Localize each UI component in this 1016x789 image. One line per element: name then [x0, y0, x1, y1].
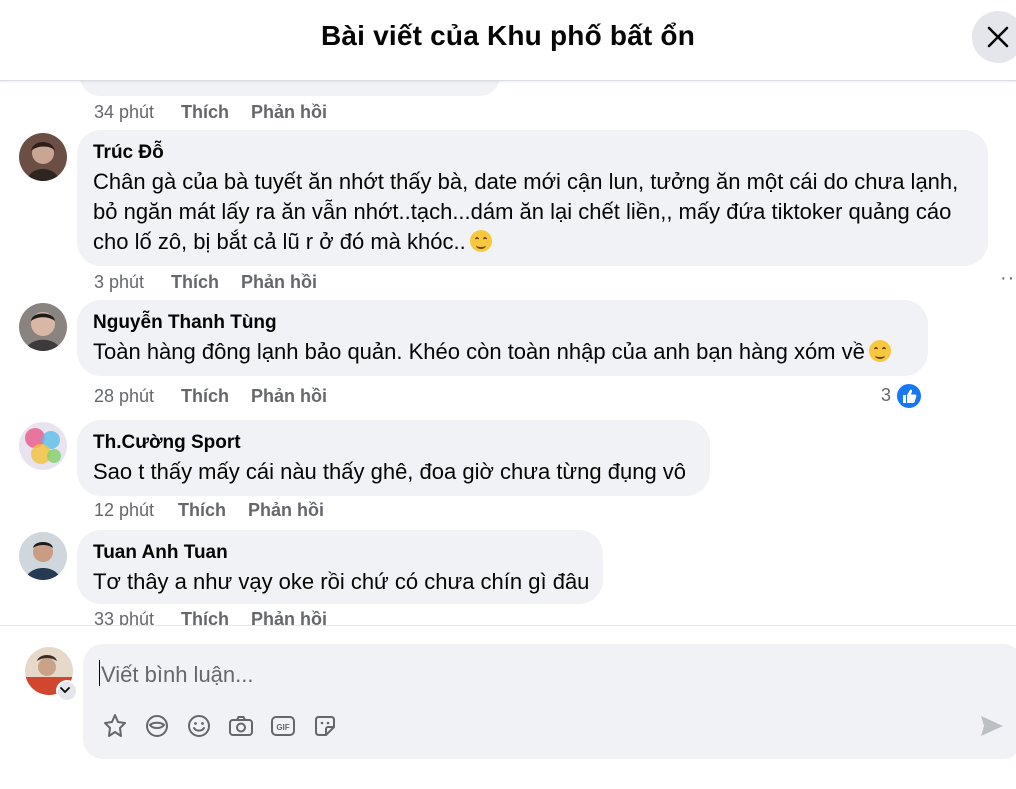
comment-bubble: Nguyễn Thanh Tùng Toàn hàng đông lạnh bả… [77, 300, 928, 376]
comment-author[interactable]: Th.Cường Sport [93, 432, 241, 454]
comment-time[interactable]: 12 phút [94, 500, 154, 521]
chevron-down-icon [60, 687, 70, 694]
comment-time[interactable]: 33 phút [94, 609, 154, 625]
send-icon[interactable] [979, 714, 1005, 738]
previous-comment-bubble [80, 80, 500, 96]
reply-button[interactable]: Phản hồi [248, 500, 324, 521]
more-options-icon[interactable]: ·· [1000, 267, 1015, 290]
like-button[interactable]: Thích [171, 272, 219, 293]
dialog-header: Bài viết của Khu phố bất ổn [0, 0, 1016, 81]
comment-actions: 28 phút Thích Phản hồi [94, 386, 394, 408]
comment-box: GIF [83, 644, 1016, 759]
comment-text: Chân gà của bà tuyết ăn nhớt thấy bà, da… [93, 169, 959, 254]
reply-button[interactable]: Phản hồi [251, 386, 327, 407]
sticker-icon[interactable] [311, 712, 339, 740]
relieved-face-emoji [469, 230, 492, 252]
previous-comment-actions: 34 phút Thích Phản hồi [94, 102, 394, 124]
comment-composer: GIF [0, 625, 1016, 789]
comment-bubble: Tuan Anh Tuan Tơ thây a như vạy oke rồi … [77, 530, 603, 604]
comment-text: Sao t thấy mấy cái nàu thấy ghê, đoa giờ… [93, 459, 687, 484]
avatar[interactable] [19, 133, 67, 181]
reply-button[interactable]: Phản hồi [241, 272, 317, 293]
account-switch-button[interactable] [56, 680, 78, 702]
mask-sticker-icon[interactable] [143, 712, 171, 740]
comment-actions: 33 phút Thích Phản hồi [94, 609, 394, 625]
like-reaction-icon [895, 382, 923, 410]
close-button[interactable] [972, 11, 1016, 63]
comment-time[interactable]: 3 phút [94, 272, 144, 293]
comment-author[interactable]: Nguyễn Thanh Tùng [93, 312, 277, 334]
comment-text: Tơ thây a như vạy oke rồi chứ có chưa ch… [93, 569, 590, 594]
like-button[interactable]: Thích [178, 500, 226, 521]
grinning-sweat-emoji [868, 340, 891, 362]
comment-bubble: Th.Cường Sport Sao t thấy mấy cái nàu th… [77, 420, 710, 496]
comment-text: Toàn hàng đông lạnh bảo quản. Khéo còn t… [93, 337, 891, 367]
gif-icon[interactable]: GIF [269, 712, 297, 740]
like-button[interactable]: Thích [181, 386, 229, 407]
close-icon [987, 26, 1009, 48]
reaction-count: 3 [881, 385, 892, 405]
dialog-title: Bài viết của Khu phố bất ổn [320, 20, 696, 51]
reply-button[interactable]: Phản hồi [251, 609, 327, 625]
comment-bubble: Trúc Đỗ Chân gà của bà tuyết ăn nhớt thấ… [77, 130, 988, 266]
like-button[interactable]: Thích [181, 102, 229, 123]
comment-actions: 3 phút Thích Phản hồi [94, 272, 394, 294]
text-caret [99, 660, 100, 686]
avatar[interactable] [19, 422, 67, 470]
comment-input[interactable] [99, 657, 943, 693]
avatar-sticker-icon[interactable] [101, 712, 129, 740]
svg-text:GIF: GIF [276, 723, 289, 732]
comment-author[interactable]: Tuan Anh Tuan [93, 542, 228, 564]
comment-feed[interactable]: 34 phút Thích Phản hồi Trúc Đỗ Chân gà c… [0, 80, 1016, 625]
reply-button[interactable]: Phản hồi [251, 102, 327, 123]
comment-author[interactable]: Trúc Đỗ [93, 142, 164, 164]
emoji-icon[interactable] [185, 712, 213, 740]
comment-time[interactable]: 28 phút [94, 386, 154, 407]
like-button[interactable]: Thích [181, 609, 229, 625]
camera-icon[interactable] [227, 712, 255, 740]
avatar[interactable] [19, 532, 67, 580]
comment-actions: 12 phút Thích Phản hồi [94, 500, 394, 522]
comment-time[interactable]: 34 phút [94, 102, 154, 123]
avatar[interactable] [19, 303, 67, 351]
